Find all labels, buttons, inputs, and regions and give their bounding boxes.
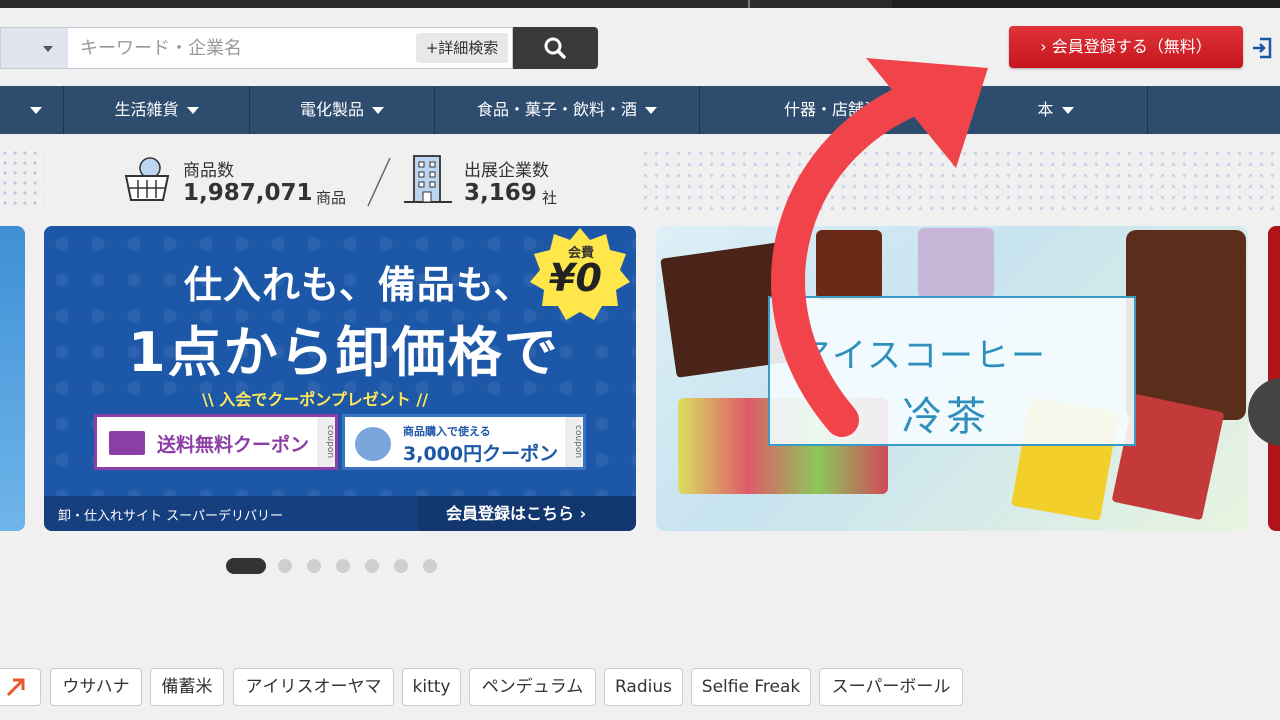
pager-dot[interactable]: [336, 559, 350, 573]
coupon-label: 送料無料クーポン: [157, 434, 310, 456]
nav-item-label: 什器・店舗資: [783, 100, 880, 119]
header: +詳細検索 › 会員登録する（無料）: [0, 8, 1280, 86]
nav-item-label: 食品・菓子・飲料・酒: [476, 100, 637, 119]
chevron-down-icon: [1061, 107, 1074, 114]
product-iced-coffee: [1126, 230, 1246, 420]
keyword-tag[interactable]: Selfie Freak: [691, 668, 811, 706]
search-button[interactable]: [513, 27, 598, 69]
category-nav: 生活雑貨 電化製品 食品・菓子・飲料・酒 什器・店舗資 本: [0, 86, 1280, 134]
banner-prev-slide[interactable]: [0, 226, 25, 531]
banner-subtitle: 冷茶: [902, 394, 990, 440]
chevron-down-icon: [43, 46, 53, 52]
top-bar-divider: [748, 0, 750, 8]
chevron-down-icon: [372, 107, 384, 114]
badge-price: ¥0: [549, 256, 602, 300]
coins-icon: [355, 427, 391, 461]
register-button[interactable]: › 会員登録する（無料）: [1009, 26, 1243, 68]
login-icon[interactable]: [1250, 36, 1274, 60]
nav-item-books[interactable]: 本: [964, 86, 1147, 134]
truck-icon: [109, 431, 145, 455]
nav-item-label: 本: [1037, 100, 1054, 119]
nav-item-food[interactable]: 食品・菓子・飲料・酒: [434, 86, 699, 134]
keyword-tag[interactable]: アイリスオーヤマ: [233, 668, 394, 706]
slider-next-button[interactable]: [1248, 378, 1280, 446]
banner-footer-site: 卸・仕入れサイト スーパーデリバリー: [58, 509, 284, 524]
banner-title: アイスコーヒー: [796, 336, 1047, 376]
product-glass: [918, 228, 994, 298]
banner-promo-text: \\ 入会でクーポンプレゼント //: [202, 390, 429, 409]
category-select[interactable]: [0, 27, 68, 69]
pager-dot[interactable]: [365, 559, 379, 573]
keyword-tag-trending[interactable]: [0, 668, 41, 706]
top-bar-dark-segment: [892, 0, 1280, 8]
chevron-down-icon: [186, 107, 199, 114]
companies-count-value: 3,169: [464, 180, 537, 206]
purchase-coupon: 商品購入で使える 3,000円クーポン coupon: [342, 414, 586, 470]
companies-count-unit: 社: [542, 189, 558, 207]
pager-dot[interactable]: [307, 559, 321, 573]
decor-dots: [0, 148, 44, 210]
keyword-tag[interactable]: ペンデュラム: [469, 668, 596, 706]
nav-item-prev[interactable]: [0, 86, 63, 134]
coupon-label: 3,000円クーポン: [403, 443, 559, 465]
building-icon: [404, 155, 452, 203]
keyword-tag[interactable]: スーパーボール: [819, 668, 963, 706]
nav-item-fixtures[interactable]: 什器・店舗資: [699, 86, 964, 134]
free-shipping-coupon: 送料無料クーポン coupon: [94, 414, 338, 470]
pager-dot-active[interactable]: [226, 558, 266, 574]
nav-item-household[interactable]: 生活雑貨: [63, 86, 249, 134]
banner-footer: 卸・仕入れサイト スーパーデリバリー 会員登録はこちら ›: [44, 496, 636, 531]
nav-item-label: 生活雑貨: [114, 100, 179, 119]
banner-headline: 仕入れも、備品も、: [184, 263, 533, 307]
basket-icon: [124, 157, 170, 201]
pager-dot[interactable]: [423, 559, 437, 573]
banner-register-link[interactable]: 会員登録はこちら ›: [418, 496, 636, 531]
keyword-tag[interactable]: kitty: [402, 668, 461, 706]
products-count-value: 1,987,071: [183, 180, 313, 206]
banner-register-promo[interactable]: 仕入れも、備品も、 1点から卸価格で \\ 入会でクーポンプレゼント // 送料…: [44, 226, 636, 531]
products-count-label: 商品数: [183, 161, 234, 181]
divider-slash: [367, 157, 391, 207]
product-tea-glass: [816, 230, 882, 300]
trending-arrow-icon: [6, 678, 24, 697]
coupon-note: 商品購入で使える: [403, 425, 491, 438]
banner-iced-coffee[interactable]: アイスコーヒー 冷茶: [656, 226, 1248, 531]
keyword-tag[interactable]: 備蓄米: [150, 668, 224, 706]
chevron-down-icon: [645, 107, 657, 114]
companies-count-label: 出展企業数: [464, 161, 549, 181]
nav-item-electronics[interactable]: 電化製品: [249, 86, 434, 134]
banner-headline-main: 1点から卸価格で: [128, 321, 560, 384]
pager-dot[interactable]: [394, 559, 408, 573]
coupon-side-label: coupon: [565, 417, 583, 467]
nav-item-more[interactable]: [1147, 86, 1280, 134]
pager-dot[interactable]: [278, 559, 292, 573]
top-bar: [0, 0, 1280, 8]
products-count-unit: 商品: [316, 189, 347, 207]
search-icon: [544, 37, 566, 59]
decor-dots: [640, 148, 1280, 210]
detail-search-button[interactable]: +詳細検索: [416, 33, 508, 63]
keyword-tag[interactable]: ウサハナ: [50, 668, 142, 706]
nav-item-label: 電化製品: [299, 100, 364, 119]
keyword-tag[interactable]: Radius: [604, 668, 683, 706]
chevron-down-icon: [29, 107, 42, 114]
coupon-side-label: coupon: [317, 417, 335, 467]
